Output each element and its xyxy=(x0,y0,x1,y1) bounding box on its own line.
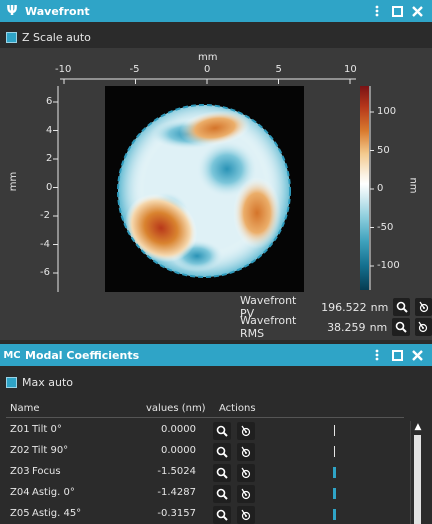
colorbar-tick-label: 100 xyxy=(377,106,397,117)
rms-label: Wavefront RMS xyxy=(240,314,297,340)
y-tick-label: -2 xyxy=(40,210,50,221)
rms-unit: nm xyxy=(369,320,388,334)
table-row[interactable]: Z05 Astig. 45° -0.3157 xyxy=(0,504,400,524)
column-header-name: Name xyxy=(10,403,40,414)
coefficient-bar xyxy=(333,467,336,478)
coefficient-bar xyxy=(334,446,335,457)
locate-point-icon xyxy=(418,321,428,333)
y-tick-label: 2 xyxy=(46,153,53,164)
max-auto-checkbox[interactable]: Max auto xyxy=(6,376,73,389)
y-tick-label: -4 xyxy=(40,238,50,250)
rms-zoom-button[interactable] xyxy=(392,318,410,336)
colorbar-tick-label: 0 xyxy=(377,183,384,194)
magnifier-icon xyxy=(216,488,228,500)
table-row[interactable]: Z04 Astig. 0° -1.4287 xyxy=(0,483,400,504)
coefficient-zoom-button[interactable] xyxy=(213,464,231,482)
coefficient-zoom-button[interactable] xyxy=(213,506,231,524)
locate-point-icon xyxy=(241,446,251,458)
coefficient-locate-button[interactable] xyxy=(237,506,255,524)
magnifier-icon xyxy=(216,509,228,521)
pv-zoom-button[interactable] xyxy=(393,298,411,316)
coefficient-code: Z03 xyxy=(10,466,30,477)
table-row[interactable]: Z02 Tilt 90° 0.0000 xyxy=(0,441,400,462)
column-header-values: values (nm) xyxy=(146,403,206,414)
locate-point-icon xyxy=(241,509,251,521)
coefficient-code: Z01 xyxy=(10,424,30,435)
coefficient-name: Tilt 90° xyxy=(32,445,69,456)
maximize-icon[interactable] xyxy=(388,346,406,364)
y-tick-label: 4 xyxy=(46,124,53,136)
wavefront-map[interactable] xyxy=(105,86,304,292)
max-auto-label: Max auto xyxy=(22,376,73,389)
colorbar-tick-label: -100 xyxy=(377,260,400,271)
coefficient-code: Z02 xyxy=(10,445,30,456)
coefficient-locate-button[interactable] xyxy=(237,485,255,503)
wavefront-rms-row: Wavefront RMS 38.259 nm xyxy=(240,314,432,340)
colorbar xyxy=(360,86,369,290)
vertical-scrollbar[interactable]: ▲ xyxy=(410,421,424,524)
modal-title: Modal Coefficients xyxy=(25,348,140,362)
coefficient-value: -1.4287 xyxy=(157,487,196,498)
locate-point-icon xyxy=(419,301,428,313)
coefficient-locate-button[interactable] xyxy=(237,443,255,461)
coefficient-code: Z05 xyxy=(10,508,30,519)
y-tick-label: -6 xyxy=(40,267,50,278)
rms-locate-button[interactable] xyxy=(414,318,432,336)
more-options-icon[interactable] xyxy=(368,346,386,364)
locate-point-icon xyxy=(241,488,251,500)
close-icon[interactable] xyxy=(408,346,426,364)
pv-unit: nm xyxy=(370,300,389,314)
coefficient-name: Astig. 0° xyxy=(32,487,75,498)
coefficient-bar xyxy=(334,425,335,436)
header-divider xyxy=(6,417,404,418)
scroll-thumb[interactable] xyxy=(414,435,421,524)
mc-icon: MC xyxy=(3,349,21,361)
coefficient-bar xyxy=(333,488,336,499)
locate-point-icon xyxy=(241,425,251,437)
column-header-actions: Actions xyxy=(219,403,256,414)
coefficient-zoom-button[interactable] xyxy=(213,485,231,503)
coefficient-name: Tilt 0° xyxy=(32,424,62,435)
colorbar-tick-label: 50 xyxy=(377,144,390,156)
pv-locate-button[interactable] xyxy=(415,298,432,316)
coefficient-value: -0.3157 xyxy=(157,508,196,519)
wavefront-map-image xyxy=(117,104,291,278)
colorbar-unit-label: nm xyxy=(407,177,419,194)
rms-value: 38.259 xyxy=(327,320,366,334)
y-tick-label: 0 xyxy=(46,181,53,193)
coefficient-value: 0.0000 xyxy=(161,424,196,435)
magnifier-icon xyxy=(216,425,228,437)
coefficient-name: Focus xyxy=(32,466,61,477)
table-row[interactable]: Z01 Tilt 0° 0.0000 xyxy=(0,420,400,441)
coefficient-value: 0.0000 xyxy=(161,445,196,456)
magnifier-icon xyxy=(216,446,228,458)
coefficient-bar xyxy=(333,509,336,520)
coefficient-code: Z04 xyxy=(10,487,30,498)
checkbox-box[interactable] xyxy=(6,377,17,388)
coefficient-name: Astig. 45° xyxy=(32,508,82,519)
coefficient-value: -1.5024 xyxy=(157,466,196,477)
coefficient-zoom-button[interactable] xyxy=(213,422,231,440)
y-tick-label: 6 xyxy=(46,96,53,107)
y-axis-label: mm xyxy=(8,171,20,192)
locate-point-icon xyxy=(241,467,251,479)
coefficient-zoom-button[interactable] xyxy=(213,443,231,461)
magnifier-icon xyxy=(396,301,408,313)
coefficient-locate-button[interactable] xyxy=(237,464,255,482)
scroll-up-arrow-icon[interactable]: ▲ xyxy=(411,421,425,433)
coefficient-locate-button[interactable] xyxy=(237,422,255,440)
table-row[interactable]: Z03 Focus -1.5024 xyxy=(0,462,400,483)
modal-titlebar: MC Modal Coefficients xyxy=(0,344,432,366)
colorbar-tick-label: -50 xyxy=(377,221,394,233)
magnifier-icon xyxy=(216,467,228,479)
magnifier-icon xyxy=(395,321,407,333)
pv-value: 196.522 xyxy=(321,300,367,314)
